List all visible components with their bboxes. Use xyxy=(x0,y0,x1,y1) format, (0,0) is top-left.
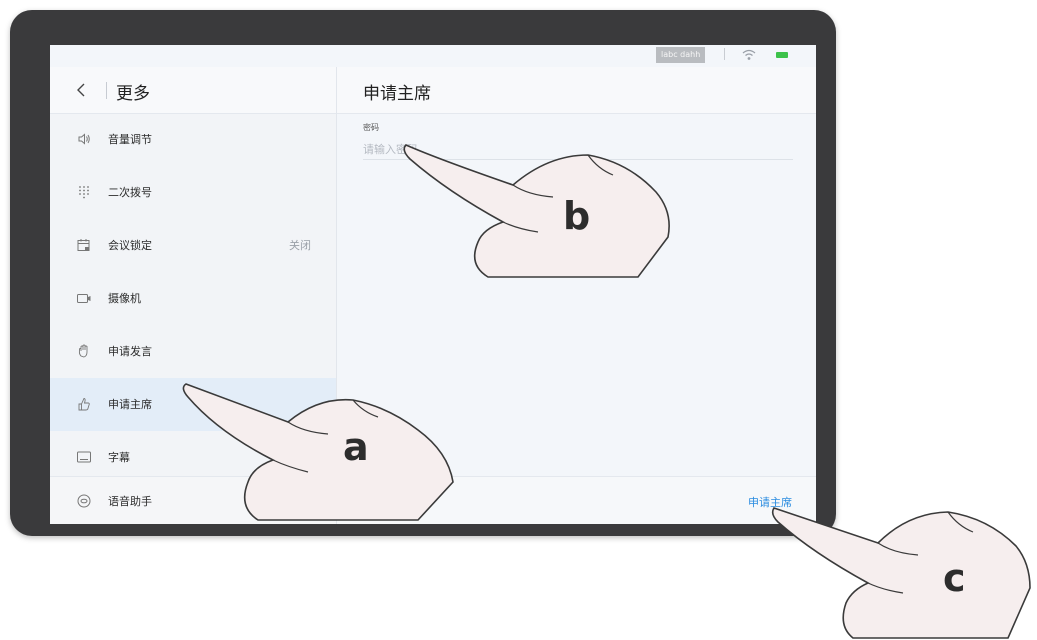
callout-label-a: a xyxy=(343,425,369,469)
pointing-hand-b-illustration xyxy=(403,144,670,278)
menu-item-label: 申请发言 xyxy=(108,345,152,358)
calendar-lock-icon xyxy=(77,239,90,251)
menu-item-label: 二次拨号 xyxy=(108,186,152,199)
hand-raise-icon xyxy=(78,344,88,358)
menu-item-request-speak[interactable]: 申请发言 xyxy=(50,325,336,378)
status-tag: labc dahh xyxy=(656,47,706,63)
right-header: 申请主席 xyxy=(337,67,816,114)
menu-item-label: 语音助手 xyxy=(108,495,152,508)
back-arrow-icon[interactable] xyxy=(74,82,88,98)
lock-status-value: 关闭 xyxy=(289,239,311,252)
subtitle-icon xyxy=(77,451,91,463)
pointing-hand-a-illustration xyxy=(182,383,454,521)
left-header: 更多 xyxy=(50,67,336,114)
page-title: 更多 xyxy=(116,84,150,104)
status-divider xyxy=(724,48,725,60)
menu-item-lock-meeting[interactable]: 会议锁定 关闭 xyxy=(50,219,336,272)
thumb-up-icon xyxy=(78,398,90,411)
menu-item-label: 摄像机 xyxy=(108,292,141,305)
menu-item-label: 会议锁定 xyxy=(108,239,152,252)
menu-item-label: 字幕 xyxy=(108,451,130,464)
pointing-hand-c-illustration xyxy=(771,507,1031,639)
status-bar: labc dahh xyxy=(50,45,816,67)
menu-item-redial[interactable]: 二次拨号 xyxy=(50,166,336,219)
menu-item-label: 申请主席 xyxy=(108,398,152,411)
speaker-icon xyxy=(78,133,90,145)
camera-icon xyxy=(77,294,91,303)
password-label: 密码 xyxy=(363,123,379,132)
menu-item-label: 音量调节 xyxy=(108,133,152,146)
panel-title: 申请主席 xyxy=(363,84,431,104)
callout-label-b: b xyxy=(563,194,591,238)
header-divider xyxy=(106,82,107,99)
callout-label-c: c xyxy=(943,556,966,600)
voice-assistant-icon xyxy=(77,494,91,508)
menu-item-volume[interactable]: 音量调节 xyxy=(50,113,336,166)
dialpad-icon xyxy=(79,186,89,199)
menu-item-camera[interactable]: 摄像机 xyxy=(50,272,336,325)
battery-icon xyxy=(776,52,788,58)
wifi-icon xyxy=(742,49,756,60)
